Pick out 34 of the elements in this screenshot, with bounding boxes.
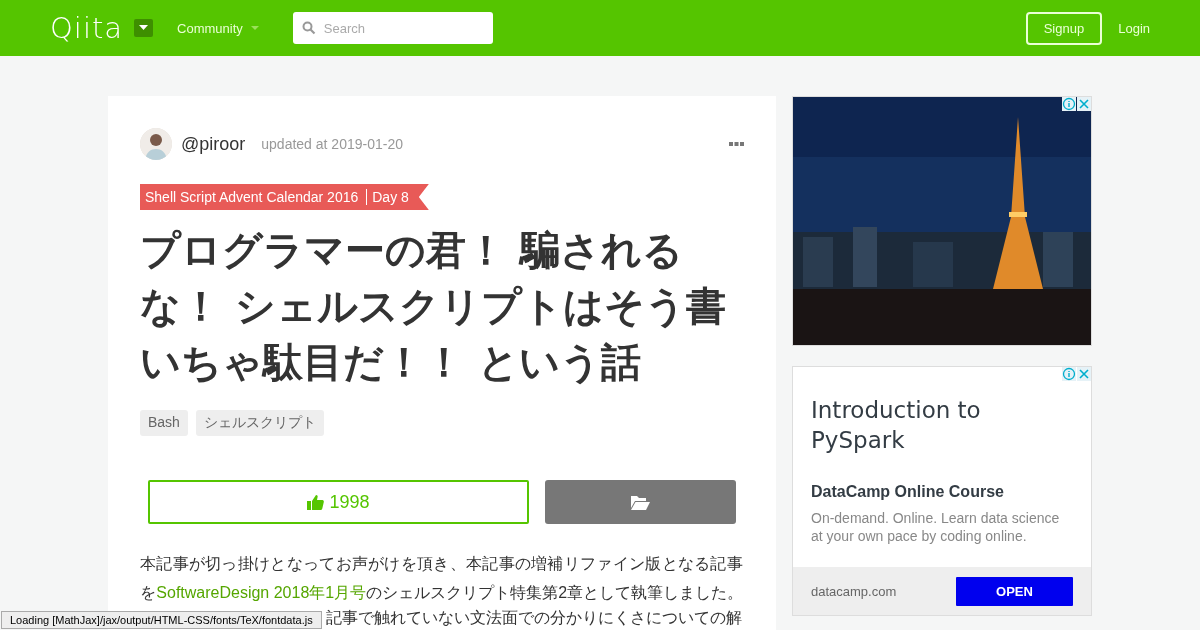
ad-title[interactable]: Introduction to PySpark [811,395,1051,455]
stock-button[interactable] [545,480,736,524]
info-icon[interactable] [1062,97,1076,111]
caret-icon [139,25,149,31]
tag-chip[interactable]: Bash [140,410,188,436]
updated-date: updated at 2019-01-20 [261,136,404,152]
advent-calendar-ribbon[interactable]: Shell Script Advent Calendar 2016 Day 8 [140,184,429,210]
article-paragraph: 記事で触れていない文法面での分かりにくさについての解 [326,608,742,628]
author-name[interactable]: @piroor [181,133,246,155]
article-title: プログラマーの君！ 騙されるな！ シェルスクリプトはそう書いちゃ駄目だ！！ という話 [140,226,727,387]
more-icon[interactable] [729,141,744,147]
search-field[interactable]: Search [292,12,493,44]
article-paragraph: 本記事が切っ掛けとなってお声がけを頂き、本記事の増補リファイン版となる記事をSoftwareDesign 2018年1月号のシェルスクリプト特集第2章として執筆しました。 [140,554,745,603]
status-tooltip: Loading [MathJax]/jax/output/HTML-CSS/fonts/TeX/fontdata.js [1,611,322,629]
ad-domain[interactable]: datacamp.com [811,583,897,599]
thumbs-up-icon [307,494,325,510]
close-icon[interactable] [1077,367,1091,381]
folder-icon [631,494,650,510]
close-icon[interactable] [1077,97,1091,111]
community-menu[interactable]: Community [177,20,259,36]
caret-icon [250,25,259,31]
ad-subtitle: DataCamp Online Course [811,483,1005,501]
info-icon[interactable] [1062,367,1076,381]
like-button[interactable]: 1998 [148,480,529,524]
magazine-link[interactable]: SoftwareDesign 2018年1月号 [156,584,367,601]
tag-chip[interactable]: シェルスクリプト [195,410,324,436]
open-button[interactable]: OPEN [956,576,1073,606]
calendar-name: Shell Script Advent Calendar 2016 [145,189,359,205]
logo-dropdown[interactable] [134,19,154,37]
ad-description: On-demand. Online. Learn data science at your own pace by coding online. [811,509,1061,545]
qiita-logo[interactable]: Qiita [50,11,124,45]
login-link[interactable]: Login [1118,20,1150,36]
signup-button[interactable]: Signup [1025,11,1103,45]
avatar-icon[interactable] [140,128,172,160]
